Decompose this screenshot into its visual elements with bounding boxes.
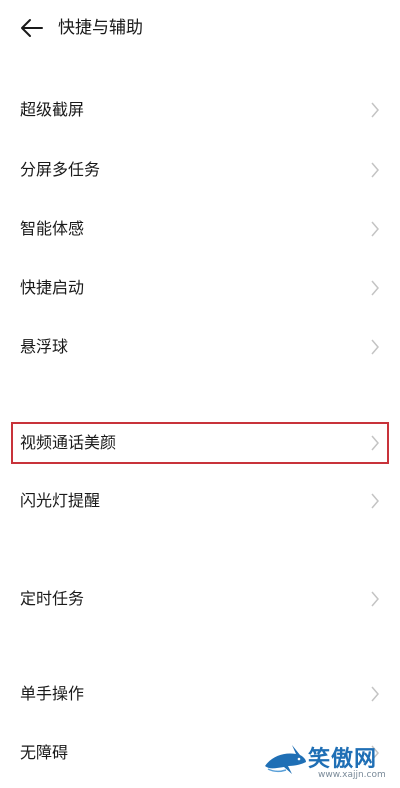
- watermark-text: 笑傲网: [308, 747, 378, 772]
- settings-item-super-screenshot[interactable]: 超级截屏: [0, 85, 400, 135]
- chevron-right-icon: [371, 686, 379, 702]
- chevron-right-icon: [371, 102, 379, 118]
- settings-item-label: 定时任务: [20, 589, 85, 608]
- settings-item-label: 分屏多任务: [20, 160, 101, 179]
- shark-logo-icon: [265, 745, 306, 774]
- back-arrow-icon: [21, 19, 43, 37]
- settings-item-label: 单手操作: [20, 684, 85, 703]
- settings-item-quick-launch[interactable]: 快捷启动: [0, 263, 400, 313]
- watermark-url: www.xajjn.com: [318, 770, 386, 780]
- settings-item-split-screen[interactable]: 分屏多任务: [0, 145, 400, 195]
- settings-item-label: 闪光灯提醒: [20, 491, 101, 510]
- highlight-annotation-box: [11, 422, 389, 464]
- settings-item-smart-motion[interactable]: 智能体感: [0, 204, 400, 254]
- settings-item-floating-ball[interactable]: 悬浮球: [0, 322, 400, 372]
- settings-item-label: 无障碍: [20, 743, 69, 762]
- settings-item-flash-reminder[interactable]: 闪光灯提醒: [0, 476, 400, 526]
- chevron-right-icon: [371, 162, 379, 178]
- watermark: 笑傲网 www.xajjn.com: [262, 740, 396, 784]
- settings-item-label: 悬浮球: [20, 337, 69, 356]
- top-bar: 快捷与辅助: [0, 0, 400, 54]
- settings-item-one-handed[interactable]: 单手操作: [0, 669, 400, 719]
- chevron-right-icon: [371, 221, 379, 237]
- settings-item-label: 快捷启动: [20, 278, 85, 297]
- settings-item-scheduled-tasks[interactable]: 定时任务: [0, 574, 400, 624]
- chevron-right-icon: [371, 280, 379, 296]
- chevron-right-icon: [371, 339, 379, 355]
- chevron-right-icon: [371, 493, 379, 509]
- page-title: 快捷与辅助: [58, 18, 143, 38]
- back-button[interactable]: [18, 14, 46, 42]
- settings-item-label: 超级截屏: [20, 100, 85, 119]
- chevron-right-icon: [371, 591, 379, 607]
- settings-item-label: 智能体感: [20, 219, 85, 238]
